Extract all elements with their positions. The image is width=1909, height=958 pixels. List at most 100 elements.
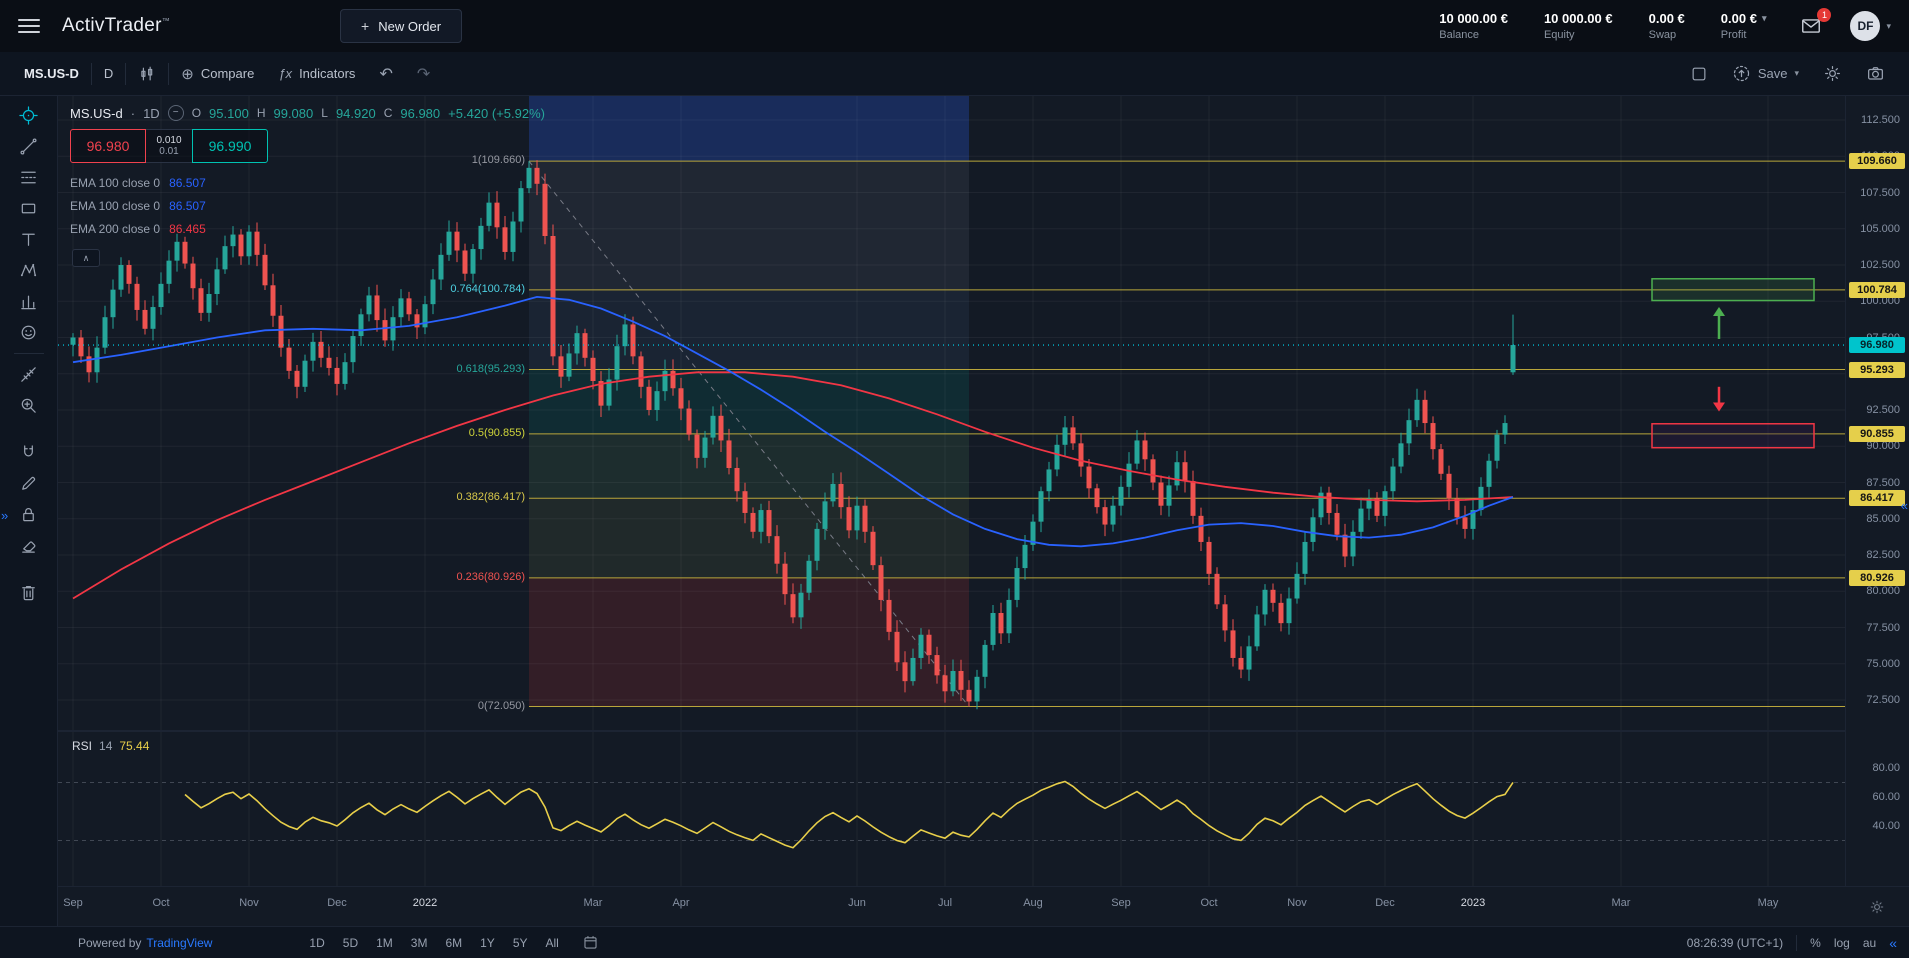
price-tick: 82.500 bbox=[1866, 549, 1900, 561]
buy-button[interactable]: 96.990 bbox=[192, 129, 268, 163]
range-button-6m[interactable]: 6M bbox=[437, 933, 470, 953]
time-label: Mar bbox=[1612, 897, 1631, 909]
emoji-icon bbox=[19, 323, 38, 342]
price-chart[interactable] bbox=[58, 96, 1845, 886]
plus-circle-icon: ⊕ bbox=[181, 65, 194, 83]
price-axis[interactable]: 112.500110.000107.500105.000102.500100.0… bbox=[1845, 96, 1909, 886]
cloud-save-button[interactable]: Save ▾ bbox=[1720, 64, 1811, 83]
user-menu[interactable]: DF ▾ bbox=[1850, 11, 1891, 41]
profit-stat[interactable]: 0.00 €▾ Profit bbox=[1721, 11, 1767, 41]
lock-icon bbox=[19, 505, 38, 524]
lock-tool[interactable] bbox=[11, 499, 47, 530]
notifications-button[interactable]: 1 bbox=[1800, 15, 1822, 37]
equity-label: Equity bbox=[1544, 29, 1613, 41]
range-button-5y[interactable]: 5Y bbox=[505, 933, 536, 953]
time-label: Oct bbox=[152, 897, 169, 909]
screenshot-button[interactable] bbox=[1854, 64, 1897, 83]
redo-button[interactable]: ↷ bbox=[405, 64, 442, 84]
range-button-1m[interactable]: 1M bbox=[368, 933, 401, 953]
equity-stat: 10 000.00 € Equity bbox=[1544, 11, 1613, 41]
chevron-up-icon: ∧ bbox=[83, 253, 90, 264]
time-label: Apr bbox=[672, 897, 689, 909]
trend-line-tool[interactable] bbox=[11, 131, 47, 162]
gear-icon bbox=[1869, 899, 1885, 915]
xabcd-pattern-tool[interactable] bbox=[11, 255, 47, 286]
collapse-bottom-icon[interactable]: « bbox=[1889, 935, 1897, 951]
menu-icon[interactable] bbox=[18, 19, 40, 33]
forecast-tool[interactable] bbox=[11, 286, 47, 317]
chart-type-button[interactable] bbox=[126, 65, 168, 83]
measure-tool[interactable] bbox=[11, 359, 47, 390]
avatar: DF bbox=[1850, 11, 1880, 41]
swap-value: 0.00 € bbox=[1649, 11, 1685, 26]
range-button-1y[interactable]: 1Y bbox=[472, 933, 503, 953]
notification-badge: 1 bbox=[1817, 8, 1831, 22]
chevron-right-icon: » bbox=[1, 508, 8, 523]
time-label: Dec bbox=[1375, 897, 1395, 909]
top-header: ActivTrader™ + New Order 10 000.00 € Bal… bbox=[0, 0, 1909, 52]
swap-stat: 0.00 € Swap bbox=[1649, 11, 1685, 41]
chevron-down-icon: ▾ bbox=[1762, 13, 1767, 24]
range-button-1d[interactable]: 1D bbox=[301, 933, 332, 953]
time-label: Sep bbox=[1111, 897, 1131, 909]
clock[interactable]: 08:26:39 (UTC+1) bbox=[1687, 936, 1783, 950]
text-tool[interactable] bbox=[11, 224, 47, 255]
camera-icon bbox=[1866, 64, 1885, 83]
time-label: Oct bbox=[1200, 897, 1217, 909]
crosshair-icon bbox=[19, 106, 38, 125]
compare-button[interactable]: ⊕ Compare bbox=[169, 65, 266, 83]
time-label: Dec bbox=[327, 897, 347, 909]
brand-text: ActivTrader bbox=[62, 15, 162, 36]
bottom-bar: Powered by TradingView 1D5D1M3M6M1Y5YAll… bbox=[0, 926, 1909, 958]
balance-stat: 10 000.00 € Balance bbox=[1439, 11, 1508, 41]
axis-settings[interactable] bbox=[1845, 886, 1909, 927]
expand-left-panel[interactable]: » bbox=[1, 508, 8, 523]
auto-scale-button[interactable]: au bbox=[1863, 936, 1876, 950]
text-icon bbox=[19, 230, 38, 249]
expand-watchlist[interactable]: « bbox=[1901, 498, 1908, 513]
collapse-indicators-button[interactable]: ∧ bbox=[72, 249, 100, 267]
layout-button[interactable] bbox=[1678, 65, 1720, 83]
sell-button[interactable]: 96.980 bbox=[70, 129, 146, 163]
magnet-tool[interactable] bbox=[11, 437, 47, 468]
zoom-in-tool[interactable] bbox=[11, 390, 47, 421]
rsi-tick: 40.00 bbox=[1872, 820, 1900, 832]
magnet-icon bbox=[19, 443, 38, 462]
trademark: ™ bbox=[162, 17, 170, 26]
current-price-badge: 96.980 bbox=[1849, 337, 1905, 353]
compare-label: Compare bbox=[201, 66, 254, 81]
app-logo: ActivTrader™ bbox=[62, 15, 170, 37]
price-tick: 107.500 bbox=[1860, 187, 1900, 199]
time-label: Nov bbox=[239, 897, 259, 909]
eraser-tool[interactable] bbox=[11, 530, 47, 561]
indicators-button[interactable]: ƒx Indicators bbox=[266, 66, 367, 81]
chart-toolbar: MS.US-D D ⊕ Compare ƒx Indicators ↶ ↷ Sa… bbox=[0, 52, 1909, 96]
drawing-toolbar bbox=[0, 96, 58, 926]
fib-retracement-tool[interactable] bbox=[11, 162, 47, 193]
go-to-date-button[interactable] bbox=[582, 934, 599, 951]
tradingview-link[interactable]: TradingView bbox=[146, 936, 212, 950]
shapes-tool[interactable] bbox=[11, 193, 47, 224]
crosshair-tool[interactable] bbox=[11, 100, 47, 131]
draw-tool[interactable] bbox=[11, 468, 47, 499]
spread-pips: 0.01 bbox=[159, 146, 178, 157]
time-label: Jun bbox=[848, 897, 866, 909]
log-scale-button[interactable]: log bbox=[1834, 936, 1850, 950]
calendar-icon bbox=[582, 934, 599, 951]
trash-icon bbox=[19, 583, 38, 602]
percent-scale-button[interactable]: % bbox=[1810, 936, 1821, 950]
undo-button[interactable]: ↶ bbox=[367, 64, 404, 84]
new-order-button[interactable]: + New Order bbox=[340, 9, 462, 43]
interval-button[interactable]: D bbox=[92, 66, 125, 81]
emoji-tool[interactable] bbox=[11, 317, 47, 348]
time-axis[interactable]: SepOctNovDec2022MarAprJunJulAugSepOctNov… bbox=[58, 886, 1845, 927]
range-button-3m[interactable]: 3M bbox=[403, 933, 436, 953]
range-button-5d[interactable]: 5D bbox=[335, 933, 366, 953]
settings-button[interactable] bbox=[1811, 64, 1854, 83]
spread-box: 0.010 0.01 bbox=[146, 129, 192, 163]
remove-objects-tool[interactable] bbox=[11, 577, 47, 608]
price-tick: 85.000 bbox=[1866, 513, 1900, 525]
symbol-button[interactable]: MS.US-D bbox=[12, 66, 91, 81]
range-selector: 1D5D1M3M6M1Y5YAll bbox=[300, 933, 567, 953]
range-button-all[interactable]: All bbox=[538, 933, 567, 953]
